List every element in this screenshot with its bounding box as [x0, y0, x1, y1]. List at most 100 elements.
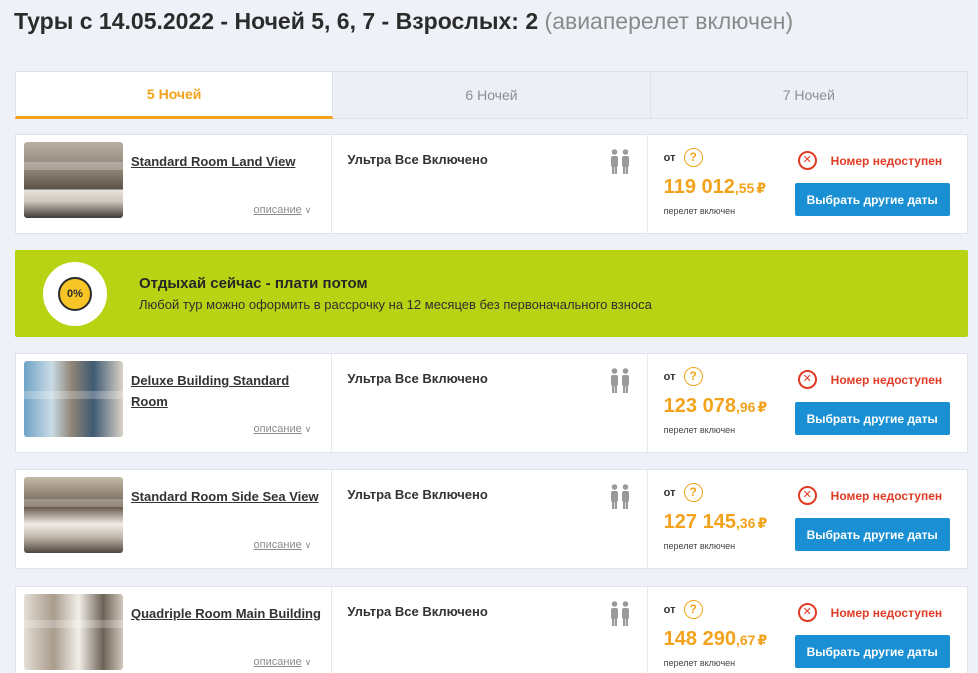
promo-icon-circle: 0%: [43, 262, 107, 326]
room-row: Standard Room Land View описание ∨ Ультра…: [15, 134, 968, 234]
description-toggle[interactable]: описание ∨: [254, 539, 312, 551]
question-circle-icon[interactable]: ?: [683, 367, 703, 386]
availability-status: ✕ Номер недоступен: [797, 603, 943, 622]
room-info: Deluxe Building Standard Room описание ∨: [16, 354, 333, 452]
two-adults-icon: [610, 484, 629, 509]
room-info: Standard Room Side Sea View описание ∨: [16, 470, 333, 568]
room-name-link[interactable]: Deluxe Building Standard Room: [131, 370, 321, 412]
x-circle-icon: ✕: [797, 370, 817, 389]
price-cents: ,55: [734, 180, 755, 196]
room-name-link[interactable]: Standard Room Land View: [131, 151, 321, 172]
currency: ₽: [757, 515, 768, 531]
flight-included-note: перелет включен: [663, 541, 736, 551]
room-row: Standard Room Side Sea View описание ∨ Ул…: [15, 469, 968, 569]
zero-percent-badge-icon: 0%: [58, 277, 92, 311]
meal-plan: Ультра Все Включено: [347, 604, 488, 619]
meal-info: Ультра Все Включено: [332, 470, 648, 568]
page-title-subtitle: (авиаперелет включен): [544, 8, 794, 34]
description-toggle[interactable]: описание ∨: [254, 423, 312, 435]
price-cents: ,67: [735, 632, 756, 648]
price: 127 145,36 ₽: [664, 511, 768, 534]
price-info: от ? 119 012,55 ₽ перелет включен ✕ Номер …: [648, 135, 967, 233]
meal-plan: Ультра Все Включено: [347, 487, 488, 502]
chevron-down-icon: ∨: [304, 657, 312, 667]
price-info: от ? 127 145,36 ₽ перелет включен ✕ Номер …: [648, 470, 967, 568]
price-from-label: от: [663, 152, 676, 164]
flight-included-note: перелет включен: [663, 425, 736, 435]
x-circle-icon: ✕: [797, 151, 817, 170]
description-label: описание: [253, 423, 302, 435]
currency: ₽: [757, 632, 768, 648]
meal-info: Ультра Все Включено: [332, 354, 648, 452]
availability-status: ✕ Номер недоступен: [797, 151, 943, 170]
two-adults-icon: [610, 149, 629, 174]
page-title-main: Туры с 14.05.2022 - Ночей 5, 6, 7 - Взро…: [14, 8, 539, 34]
price-main: 148 290: [663, 628, 736, 650]
chevron-down-icon: ∨: [304, 205, 312, 215]
choose-other-dates-button[interactable]: Выбрать другие даты: [794, 402, 950, 435]
price-main: 123 078: [663, 395, 736, 417]
two-adults-icon: [610, 368, 629, 393]
room-row: Quadriple Room Main Building описание ∨ У…: [15, 586, 968, 673]
tab-6-nights[interactable]: 6 Ночей: [333, 71, 651, 119]
choose-other-dates-button[interactable]: Выбрать другие даты: [794, 183, 950, 216]
unavailable-text: Номер недоступен: [830, 488, 943, 503]
price-cents: ,96: [735, 399, 756, 415]
x-circle-icon: ✕: [797, 603, 817, 622]
room-photo[interactable]: [24, 594, 123, 670]
currency: ₽: [757, 399, 768, 415]
meal-info: Ультра Все Включено: [332, 135, 648, 233]
flight-included-note: перелет включен: [663, 206, 736, 216]
description-label: описание: [253, 539, 302, 551]
price-from-label: от: [663, 487, 676, 499]
price-from-label: от: [663, 371, 676, 383]
promo-subtitle: Любой тур можно оформить в рассрочку на …: [139, 297, 652, 312]
room-info: Standard Room Land View описание ∨: [16, 135, 333, 233]
promo-title: Отдыхай сейчас - плати потом: [139, 275, 368, 292]
meal-plan: Ультра Все Включено: [347, 371, 488, 386]
description-label: описание: [253, 204, 302, 216]
room-photo[interactable]: [24, 477, 123, 553]
meal-plan: Ультра Все Включено: [347, 152, 488, 167]
room-name-link[interactable]: Standard Room Side Sea View: [131, 486, 321, 507]
availability-status: ✕ Номер недоступен: [797, 370, 943, 389]
price-info: от ? 148 290,67 ₽ перелет включен ✕ Номер …: [648, 587, 967, 673]
unavailable-text: Номер недоступен: [830, 372, 943, 387]
price-main: 127 145: [663, 511, 736, 533]
meal-info: Ультра Все Включено: [332, 587, 648, 673]
price: 119 012,55 ₽: [664, 176, 766, 199]
unavailable-text: Номер недоступен: [830, 153, 943, 168]
room-name-link[interactable]: Quadriple Room Main Building: [131, 603, 321, 624]
flight-included-note: перелет включен: [663, 658, 736, 668]
tab-5-nights[interactable]: 5 Ночей: [15, 71, 334, 119]
tab-7-nights[interactable]: 7 Ночей: [650, 71, 968, 119]
availability-status: ✕ Номер недоступен: [797, 486, 943, 505]
description-toggle[interactable]: описание ∨: [254, 204, 312, 216]
description-label: описание: [253, 656, 302, 668]
question-circle-icon[interactable]: ?: [683, 148, 703, 167]
x-circle-icon: ✕: [797, 486, 817, 505]
two-adults-icon: [610, 601, 629, 626]
room-photo[interactable]: [24, 361, 123, 437]
price: 123 078,96 ₽: [664, 395, 768, 418]
choose-other-dates-button[interactable]: Выбрать другие даты: [794, 518, 950, 551]
room-info: Quadriple Room Main Building описание ∨: [16, 587, 333, 673]
page-title: Туры с 14.05.2022 - Ночей 5, 6, 7 - Взро…: [14, 8, 793, 35]
chevron-down-icon: ∨: [304, 424, 312, 434]
description-toggle[interactable]: описание ∨: [254, 656, 312, 668]
currency: ₽: [756, 180, 767, 196]
room-photo[interactable]: [24, 142, 123, 218]
nights-tabs: 5 Ночей 6 Ночей 7 Ночей: [15, 71, 968, 119]
price-info: от ? 123 078,96 ₽ перелет включен ✕ Номер …: [648, 354, 967, 452]
chevron-down-icon: ∨: [304, 540, 312, 550]
installment-promo-banner[interactable]: 0% Отдыхай сейчас - плати потом Любой ту…: [15, 250, 968, 337]
room-row: Deluxe Building Standard Room описание ∨ …: [15, 353, 968, 453]
price-from-label: от: [663, 604, 676, 616]
price-cents: ,36: [735, 515, 756, 531]
choose-other-dates-button[interactable]: Выбрать другие даты: [794, 635, 950, 668]
unavailable-text: Номер недоступен: [830, 605, 943, 620]
price: 148 290,67 ₽: [664, 628, 768, 651]
question-circle-icon[interactable]: ?: [683, 483, 703, 502]
price-main: 119 012: [663, 176, 735, 198]
question-circle-icon[interactable]: ?: [683, 600, 703, 619]
